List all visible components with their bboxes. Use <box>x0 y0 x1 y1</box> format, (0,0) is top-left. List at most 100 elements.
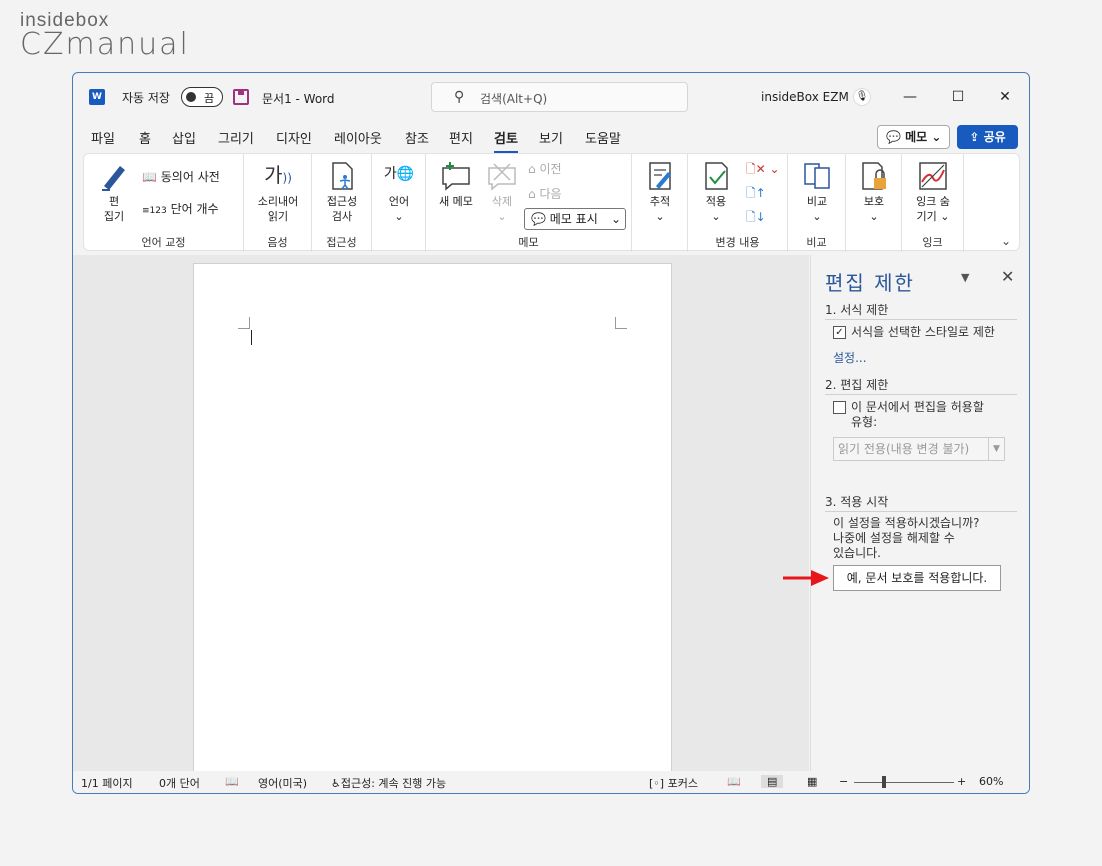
group-comments: 새 메모 삭제 ⌄ ⌂ 이전 ⌂ 다음 메모 <box>426 154 632 252</box>
chevron-down-icon: ⌄ <box>394 210 404 223</box>
autosave-toggle[interactable]: 끔 <box>181 87 223 107</box>
tracking-label: 추적 <box>649 195 671 208</box>
compare-button[interactable]: 비교 ⌄ <box>797 160 837 224</box>
apply-prompt: 이 설정을 적용하시겠습니까? 나중에 설정을 해제할 수 있습니다. <box>833 516 980 560</box>
tab-layout[interactable]: 레이아웃 <box>334 128 382 147</box>
read-mode-icon[interactable]: 📖 <box>727 775 741 788</box>
group-speech: 가)) 소리내어 읽기 음성 <box>244 154 312 252</box>
proofing-book-icon[interactable]: 📖 <box>225 775 239 788</box>
group-ink-label: 잉크 <box>922 236 943 249</box>
read-aloud-button[interactable]: 가)) 소리내어 읽기 <box>250 160 306 224</box>
previous-change-icon[interactable]: 🗋↑ <box>746 184 766 205</box>
document-page[interactable] <box>193 263 672 775</box>
focus-button[interactable]: [◦] 포커스 <box>649 775 698 791</box>
text-cursor <box>251 330 252 345</box>
language-label: 언어 <box>388 195 410 208</box>
compare-icon <box>801 160 833 192</box>
tab-references[interactable]: 참조 <box>405 128 429 147</box>
maximize-button[interactable]: ☐ <box>945 85 971 109</box>
zoom-in-button[interactable]: + <box>957 775 966 788</box>
group-accessibility: 접근성 검사 접근성 <box>312 154 372 252</box>
tab-view[interactable]: 보기 <box>539 128 563 147</box>
pane-options-triangle-icon[interactable]: ▼ <box>961 271 969 284</box>
chevron-down-icon: ▼ <box>988 438 1004 460</box>
language-status[interactable]: 영어(미국) <box>258 775 307 791</box>
tab-review[interactable]: 검토 <box>494 128 518 153</box>
save-icon[interactable] <box>233 89 249 105</box>
group-protect: 보호 ⌄ <box>846 154 902 252</box>
status-bar: 1/1 페이지 0개 단어 📖 영어(미국) ♿접근성: 계속 진행 가능 [◦… <box>73 771 1029 793</box>
chevron-down-icon: ⌄ <box>711 210 721 223</box>
hide-ink-button[interactable]: 잉크 숨 기기 ⌄ <box>910 160 956 224</box>
ribbon: 편 집기 📖 동의어 사전 ≡123 단어 개수 언어 교정 가)) 소리내어 … <box>83 153 1020 252</box>
delete-comment-label: 삭제 <box>491 195 513 208</box>
accessibility-icon <box>326 160 358 192</box>
group-comments-label: 메모 <box>518 236 539 249</box>
show-comments-button[interactable]: 💬 메모 표시 ⌄ <box>524 208 626 230</box>
print-layout-icon[interactable]: ▤ <box>761 775 784 788</box>
editor-label: 편 집기 <box>103 195 125 223</box>
tracking-button[interactable]: 추적 ⌄ <box>640 160 680 224</box>
language-button[interactable]: 가🌐 언어 ⌄ <box>378 160 420 224</box>
tab-help[interactable]: 도움말 <box>585 128 621 147</box>
word-window: W 자동 저장 끔 문서1 - Word ⚲ 검색(Alt+Q) insideB… <box>72 72 1030 794</box>
tab-file[interactable]: 파일 <box>91 128 115 147</box>
zoom-slider[interactable] <box>854 782 954 783</box>
prev-comment-button[interactable]: ⌂ 이전 <box>528 160 562 177</box>
zoom-out-button[interactable]: − <box>839 775 848 788</box>
tab-mailings[interactable]: 편지 <box>449 128 473 147</box>
close-button[interactable]: ✕ <box>992 85 1018 109</box>
pen-icon <box>98 160 130 192</box>
protect-button[interactable]: 보호 ⌄ <box>854 160 894 224</box>
next-change-icon[interactable]: 🗋↓ <box>746 208 766 229</box>
zoom-level[interactable]: 60% <box>979 775 1003 788</box>
pane-close-icon[interactable]: ✕ <box>1001 267 1014 286</box>
ribbon-collapse-chevron-icon[interactable]: ⌄ <box>1001 234 1011 248</box>
tab-design[interactable]: 디자인 <box>276 128 312 147</box>
autosave-state: 끔 <box>204 92 215 105</box>
accept-change-icon <box>700 160 732 192</box>
web-layout-icon[interactable]: ▦ <box>807 775 817 788</box>
user-name[interactable]: insideBox EZM <box>761 90 849 104</box>
toggle-knob <box>186 92 196 102</box>
watermark-logo: insidebox CZmanual <box>20 10 190 60</box>
reject-change-icon[interactable]: 🗋✕ ⌄ <box>746 160 780 181</box>
group-proofing: 편 집기 📖 동의어 사전 ≡123 단어 개수 언어 교정 <box>84 154 244 252</box>
group-changes: 적용 ⌄ 🗋✕ ⌄ 🗋↑ 🗋↓ 변경 내용 <box>688 154 788 252</box>
dictate-icon[interactable]: 🎙 <box>853 88 871 106</box>
word-count[interactable]: 0개 단어 <box>159 775 200 791</box>
accessibility-status[interactable]: ♿접근성: 계속 진행 가능 <box>331 775 446 791</box>
tab-draw[interactable]: 그리기 <box>218 128 254 147</box>
new-comment-button[interactable]: 새 메모 <box>432 160 480 209</box>
accept-button[interactable]: 적용 ⌄ <box>696 160 736 224</box>
zoom-slider-knob[interactable] <box>882 776 886 788</box>
comments-button[interactable]: 💬 메모 ⌄ <box>877 125 950 149</box>
wordcount-button[interactable]: ≡123 단어 개수 <box>142 200 219 217</box>
tab-insert[interactable]: 삽입 <box>172 128 196 147</box>
editing-restriction-checkbox[interactable] <box>833 401 846 414</box>
next-comment-button[interactable]: ⌂ 다음 <box>528 185 562 202</box>
chevron-down-icon: ⌄ <box>655 210 665 223</box>
tab-home[interactable]: 홈 <box>139 128 151 147</box>
delete-comment-button[interactable]: 삭제 ⌄ <box>482 160 522 224</box>
start-enforcing-protection-button[interactable]: 예, 문서 보호를 적용합니다. <box>833 565 1001 591</box>
accessibility-status-icon: ♿ <box>331 777 341 790</box>
page-count[interactable]: 1/1 페이지 <box>81 775 133 791</box>
title-bar: W 자동 저장 끔 문서1 - Word ⚲ 검색(Alt+Q) insideB… <box>73 73 1029 121</box>
settings-link[interactable]: 설정... <box>833 349 867 366</box>
prev-comment-label: 이전 <box>539 162 562 176</box>
editing-type-select[interactable]: 읽기 전용(내용 변경 불가) ▼ <box>833 437 1005 461</box>
document-title: 문서1 - Word <box>262 92 335 106</box>
thesaurus-button[interactable]: 📖 동의어 사전 <box>142 168 220 185</box>
section-start-enforcement: 3. 적용 시작 <box>825 493 1017 512</box>
format-restriction-checkbox[interactable]: ✓ <box>833 326 846 339</box>
watermark-line2: CZmanual <box>20 27 190 62</box>
minimize-button[interactable]: — <box>897 85 923 109</box>
share-button[interactable]: ⇪ 공유 <box>957 125 1018 149</box>
accessibility-status-label: 접근성: 계속 진행 가능 <box>340 777 447 790</box>
search-box[interactable]: ⚲ 검색(Alt+Q) <box>431 82 688 112</box>
editor-button[interactable]: 편 집기 <box>94 160 134 224</box>
share-button-label: 공유 <box>983 130 1006 144</box>
wordcount-label: 단어 개수 <box>170 202 219 216</box>
accessibility-check-button[interactable]: 접근성 검사 <box>318 160 366 224</box>
